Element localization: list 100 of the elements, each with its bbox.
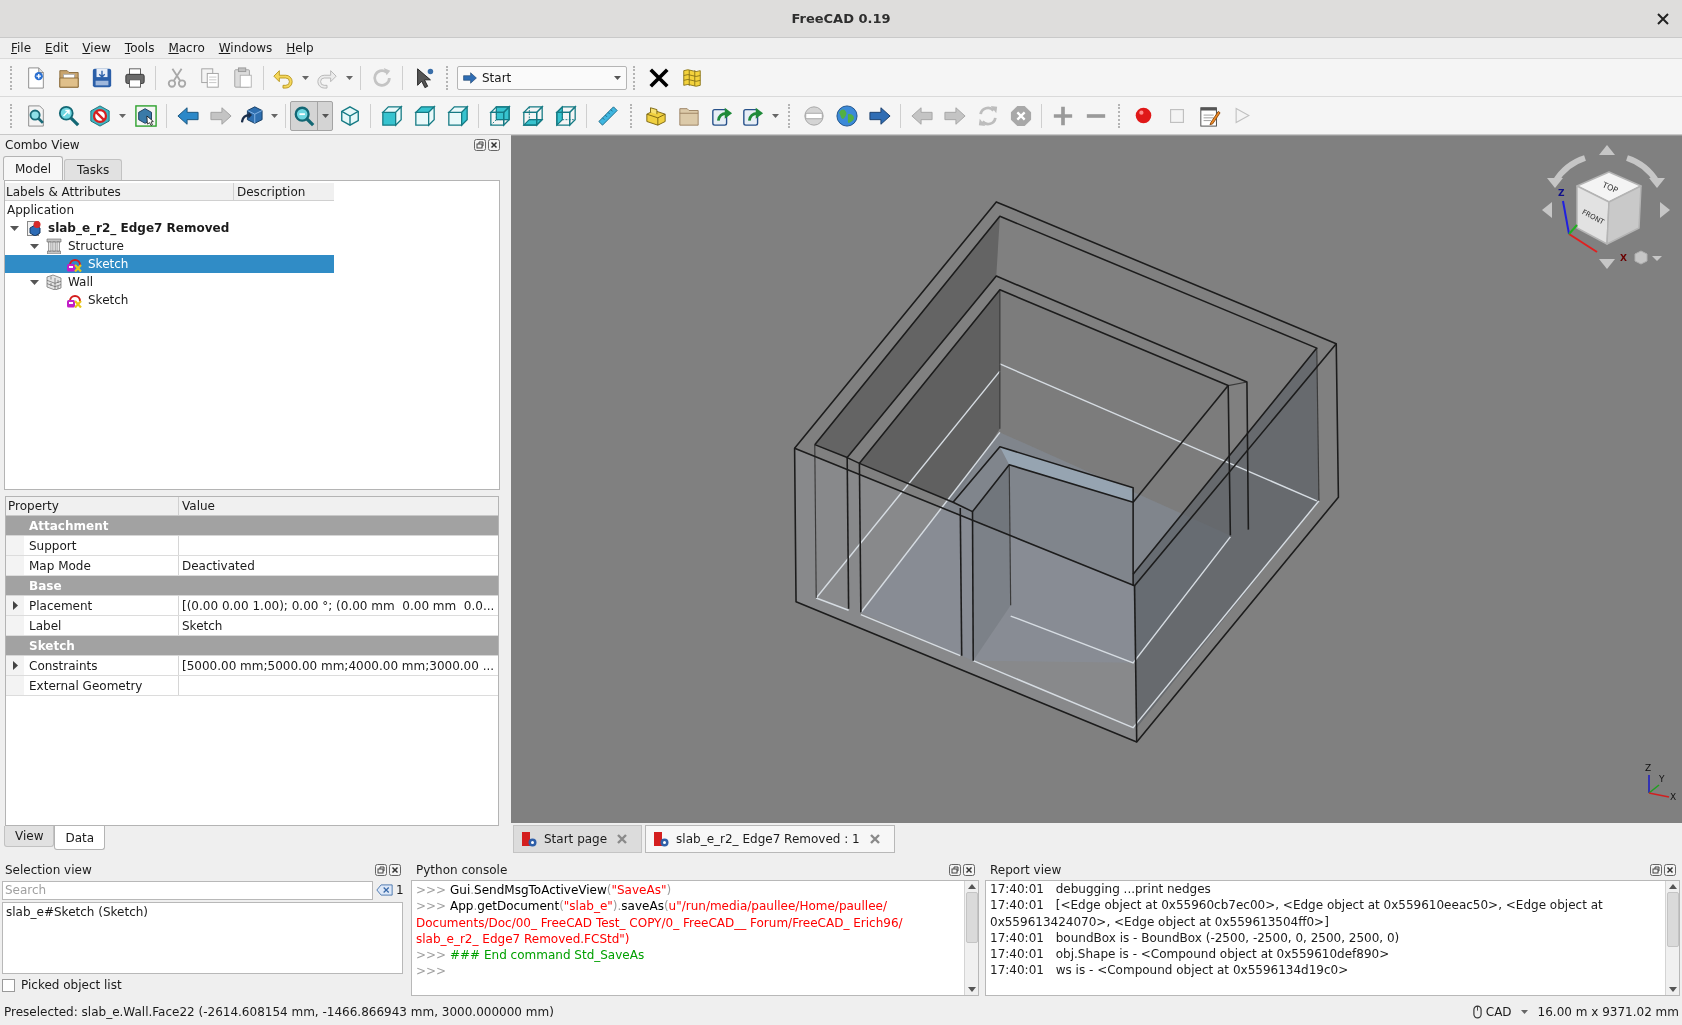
close-icon[interactable] — [389, 864, 401, 876]
toolbar-handle[interactable] — [1118, 103, 1121, 128]
save-icon[interactable] — [90, 66, 113, 89]
magnifier-icon[interactable] — [57, 104, 80, 127]
printer-icon[interactable] — [123, 66, 146, 89]
scrollbar-thumb[interactable] — [1666, 892, 1679, 948]
property-value-cell[interactable]: Sketch — [179, 616, 498, 635]
caret-icon[interactable] — [1520, 1009, 1528, 1014]
scroll-up-icon[interactable] — [1668, 884, 1677, 889]
tree-item[interactable]: Sketch — [5, 255, 334, 273]
document-tab[interactable]: Start page — [513, 825, 643, 853]
column-header[interactable]: Property — [6, 497, 179, 515]
toolbar-handle[interactable] — [788, 103, 791, 128]
caret-right-icon[interactable] — [12, 601, 18, 610]
cube-icon[interactable] — [413, 104, 436, 127]
document-tab[interactable]: slab_e_r2_ Edge7 Removed : 1 — [645, 825, 895, 853]
expander-cell[interactable] — [6, 596, 24, 615]
toolbar-handle[interactable] — [10, 103, 13, 128]
rotate-left-icon[interactable] — [1547, 155, 1587, 188]
property-value-cell[interactable]: Deactivated — [179, 556, 498, 575]
search-field[interactable]: Search — [2, 880, 373, 900]
scroll-down-icon[interactable] — [967, 987, 976, 992]
expander-cell[interactable] — [6, 656, 24, 675]
cube-select-icon[interactable] — [134, 104, 157, 127]
caret-right-icon[interactable] — [12, 661, 18, 670]
menu-item[interactable]: File — [4, 40, 39, 56]
notepad-icon[interactable] — [1198, 104, 1221, 127]
close-icon[interactable] — [1657, 12, 1669, 25]
tab[interactable]: Model — [3, 156, 64, 180]
magnifier-icon[interactable] — [293, 104, 315, 127]
no-sign-icon[interactable] — [89, 104, 111, 127]
menu-item[interactable]: Windows — [211, 40, 280, 56]
caret-icon[interactable] — [118, 113, 126, 118]
workbench-dropdown[interactable]: Start — [457, 65, 627, 90]
caret-icon[interactable] — [321, 113, 329, 118]
selection-list[interactable]: slab_e#Sketch (Sketch) — [2, 902, 403, 974]
tree-item[interactable]: Wall — [27, 273, 96, 291]
minus-icon[interactable] — [1084, 112, 1107, 119]
mouse-icon[interactable] — [1472, 1004, 1482, 1019]
tab[interactable]: Data — [54, 826, 106, 850]
close-icon[interactable] — [488, 139, 500, 151]
app-logo-icon[interactable] — [521, 831, 537, 847]
tab[interactable]: Tasks — [64, 159, 123, 180]
menu-item[interactable]: Macro — [161, 40, 212, 56]
scrollbar[interactable] — [1665, 881, 1679, 995]
tree-item[interactable]: Sketch — [47, 291, 131, 309]
clipboard-icon[interactable] — [231, 66, 254, 89]
zoom-button[interactable] — [290, 100, 333, 131]
arrow-left-icon[interactable] — [176, 104, 199, 127]
arrow-right-icon[interactable] — [868, 104, 891, 127]
menu-item[interactable]: Tools — [117, 40, 162, 56]
tab[interactable]: View — [4, 826, 55, 847]
caret-down-icon[interactable] — [9, 225, 19, 231]
float-icon[interactable] — [949, 864, 961, 876]
caret-icon[interactable] — [301, 75, 309, 80]
toolbar-handle[interactable] — [10, 65, 13, 90]
scroll-up-icon[interactable] — [967, 884, 976, 889]
grid-icon[interactable] — [680, 66, 703, 89]
scroll-down-icon[interactable] — [1668, 987, 1677, 992]
column-header[interactable]: Description — [234, 183, 334, 201]
cube-icon[interactable] — [488, 104, 511, 127]
caret-down-icon[interactable] — [29, 243, 39, 249]
scrollbar-thumb[interactable] — [965, 892, 978, 943]
menu-item[interactable]: Help — [279, 40, 321, 56]
box-arrow-icon[interactable] — [241, 104, 263, 127]
close-icon[interactable] — [1664, 864, 1676, 876]
record-icon[interactable] — [1135, 107, 1152, 124]
tree-item[interactable]: slab_e_r2_ Edge7 Removed — [7, 219, 232, 237]
navigation-cube[interactable] — [1576, 171, 1642, 245]
toolbar-handle[interactable] — [633, 65, 636, 90]
caret-icon[interactable] — [270, 113, 278, 118]
column-header[interactable]: Labels & Attributes — [5, 183, 234, 201]
cube-icon[interactable] — [521, 104, 544, 127]
cube-icon[interactable] — [380, 104, 403, 127]
rotate-right-icon[interactable] — [1625, 155, 1665, 188]
caret-icon[interactable] — [614, 75, 621, 80]
toolbar-handle[interactable] — [446, 65, 449, 90]
menu-item[interactable]: View — [75, 40, 118, 56]
ruler-icon[interactable] — [596, 104, 619, 127]
float-icon[interactable] — [375, 864, 387, 876]
float-icon[interactable] — [474, 139, 486, 151]
globe-icon[interactable] — [835, 104, 858, 127]
app-logo-icon[interactable] — [653, 831, 670, 847]
scrollbar[interactable] — [964, 881, 978, 995]
tree-item[interactable]: Structure — [27, 237, 126, 255]
clear-icon[interactable] — [376, 884, 393, 896]
column-header[interactable]: Value — [179, 497, 498, 515]
selection-list-item[interactable]: slab_e#Sketch (Sketch) — [6, 904, 149, 920]
cube-icon[interactable] — [446, 104, 469, 127]
block-icon[interactable] — [644, 104, 667, 127]
checkbox[interactable] — [2, 978, 15, 992]
tree-item[interactable]: Application — [5, 202, 75, 218]
cube-icon[interactable] — [554, 104, 577, 127]
x-mark-icon[interactable] — [647, 66, 670, 89]
navigation-style-dropdown[interactable]: CAD — [1472, 1003, 1528, 1020]
close-icon[interactable] — [963, 864, 975, 876]
caret-icon[interactable] — [345, 75, 353, 80]
menu-item[interactable]: Edit — [38, 40, 76, 56]
toolbar-handle[interactable] — [630, 103, 633, 128]
wireframe-cube-icon[interactable] — [338, 104, 361, 127]
